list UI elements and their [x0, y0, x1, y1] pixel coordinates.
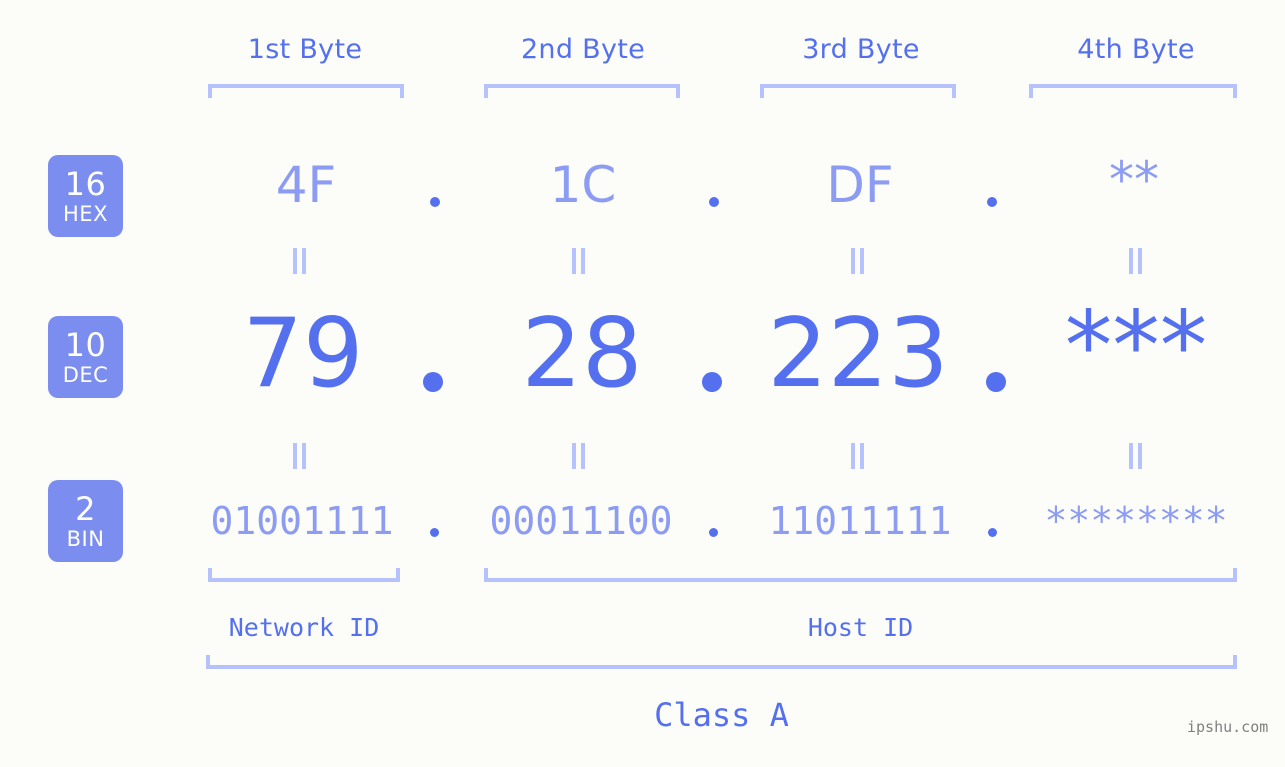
bin-octet-1: 01001111	[210, 499, 394, 543]
class-bracket	[206, 655, 1237, 669]
equals-mark-hex-dec-2	[571, 248, 587, 274]
byte-header-4: 4th Byte	[1077, 34, 1195, 65]
badge-bin-base: 2	[75, 489, 96, 528]
bin-separator-3	[988, 528, 997, 537]
host-id-label: Host ID	[807, 613, 914, 642]
bin-separator-1	[430, 528, 439, 537]
bin-octet-2: 00011100	[489, 499, 673, 543]
equals-mark-dec-bin-4	[1128, 443, 1144, 469]
badge-dec: 10 DEC	[48, 316, 123, 398]
hex-octet-1: 4F	[275, 156, 337, 214]
host-id-bracket	[484, 568, 1237, 582]
equals-mark-hex-dec-1	[292, 248, 308, 274]
hex-octet-3: DF	[826, 156, 894, 214]
equals-mark-dec-bin-1	[292, 443, 308, 469]
badge-dec-name: DEC	[62, 362, 109, 387]
network-id-label: Network ID	[228, 613, 380, 642]
badge-bin: 2 BIN	[48, 480, 123, 562]
dec-octet-1: 79	[242, 299, 364, 409]
network-id-bracket	[208, 568, 400, 582]
bin-octet-4: ********	[1044, 499, 1228, 543]
dec-separator-2	[702, 372, 722, 392]
hex-separator-3	[987, 197, 997, 207]
equals-mark-hex-dec-3	[850, 248, 866, 274]
badge-dec-base: 10	[64, 325, 107, 364]
badge-hex-name: HEX	[63, 201, 108, 226]
class-label: Class A	[654, 696, 789, 734]
dec-separator-3	[986, 372, 1006, 392]
byte-bracket-4	[1029, 84, 1237, 98]
bin-separator-2	[709, 528, 718, 537]
bin-octet-3: 11011111	[768, 499, 952, 543]
equals-mark-dec-bin-2	[571, 443, 587, 469]
badge-hex: 16 HEX	[48, 155, 123, 237]
dec-separator-1	[423, 372, 443, 392]
hex-separator-2	[709, 197, 719, 207]
dec-octet-3: 223	[767, 299, 949, 409]
equals-mark-dec-bin-3	[850, 443, 866, 469]
ip-breakdown-diagram: 1st Byte 2nd Byte 3rd Byte 4th Byte 16 H…	[0, 0, 1285, 767]
byte-bracket-3	[760, 84, 956, 98]
equals-mark-hex-dec-4	[1128, 248, 1144, 274]
byte-bracket-2	[484, 84, 680, 98]
dec-octet-2: 28	[521, 299, 643, 409]
badge-bin-name: BIN	[66, 526, 105, 551]
byte-bracket-1	[208, 84, 404, 98]
hex-octet-4: **	[1109, 151, 1159, 209]
dec-octet-4: ***	[1064, 292, 1208, 402]
byte-header-1: 1st Byte	[247, 34, 363, 65]
hex-octet-2: 1C	[549, 156, 617, 214]
hex-separator-1	[430, 197, 440, 207]
watermark: ipshu.com	[1187, 718, 1269, 736]
badge-hex-base: 16	[64, 164, 107, 203]
byte-header-2: 2nd Byte	[520, 34, 646, 65]
byte-header-3: 3rd Byte	[802, 34, 920, 65]
